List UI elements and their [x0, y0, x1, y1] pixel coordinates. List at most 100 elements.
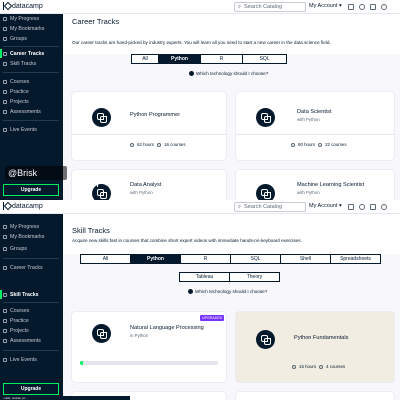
sidebar-item-my-progress[interactable]: My Progress [3, 224, 39, 230]
tab-r[interactable]: R [180, 254, 231, 264]
track-card-machine-learning-scientist[interactable]: Machine Learning Scientist with Python [236, 170, 394, 200]
sidebar-item-skill-tracks[interactable]: Skill Tracks [3, 61, 36, 67]
sidebar-item-groups[interactable]: Groups [3, 36, 27, 42]
sidebar-item-assessments[interactable]: Assessments [3, 338, 41, 344]
chart-icon [3, 17, 7, 21]
track-card-data-scientist[interactable]: Data Scientist with Python 90 hours 22 c… [236, 92, 394, 160]
sidebar-item-my-bookmarks[interactable]: My Bookmarks [3, 234, 44, 240]
sidebar-item-live-events[interactable]: Live Events [3, 127, 37, 133]
skill-icon [3, 62, 7, 66]
chart-icon [3, 225, 7, 229]
account-menu[interactable]: My Account ▾ [309, 203, 342, 209]
chevron-down-icon: ▾ [338, 3, 342, 9]
sidebar-item-practice[interactable]: Practice [3, 89, 29, 95]
card-courses: 4 courses [326, 364, 346, 369]
track-card-natural-language-processing[interactable]: UPGRADED Natural Language Processing in … [72, 312, 226, 382]
avatar[interactable] [381, 4, 387, 10]
sidebar-item-projects[interactable]: Projects [3, 99, 29, 105]
sidebar-item-label: Skill Tracks [10, 61, 37, 67]
sidebar-item-my-bookmarks[interactable]: My Bookmarks [3, 26, 44, 32]
grid-icon[interactable] [370, 4, 376, 10]
upgrade-button[interactable]: Upgrade [3, 383, 59, 395]
event-icon [3, 358, 7, 362]
card-subtitle: in Python [130, 333, 149, 338]
sidebar-item-label: Practice [10, 89, 29, 95]
grid-icon[interactable] [370, 204, 376, 210]
sidebar-item-practice[interactable]: Practice [3, 318, 29, 324]
card-courses: 22 courses [325, 142, 347, 147]
sidebar-item-groups[interactable]: Groups [3, 246, 27, 252]
sidebar-item-projects[interactable]: Projects [3, 328, 29, 334]
track-card-python-fundamentals[interactable]: Python Fundamentals 15 hours 4 courses [236, 312, 394, 382]
search-input[interactable]: ⌕ Search Catalog [234, 2, 306, 12]
technology-filter-row-2: Tableau Theory [179, 272, 280, 282]
course-icon [157, 142, 162, 147]
sidebar-item-label: Groups [10, 36, 28, 42]
tab-all[interactable]: All [80, 254, 131, 264]
datacamp-logo[interactable]: datacamp [3, 2, 43, 10]
sidebar-item-live-events[interactable]: Live Events [3, 357, 37, 363]
card-title: Data Analyst [130, 182, 162, 188]
tab-python[interactable]: Python [130, 254, 181, 264]
avatar[interactable] [381, 204, 387, 210]
help-icon[interactable] [359, 204, 365, 210]
tab-sql[interactable]: SQL [242, 54, 287, 64]
track-card[interactable] [236, 392, 394, 400]
upgrade-button[interactable]: Upgrade [3, 184, 59, 196]
technology-filter: All Python R SQL [131, 54, 287, 64]
card-title: Machine Learning Scientist [297, 182, 365, 188]
card-hours: 62 hours [137, 142, 155, 147]
tab-tableau[interactable]: Tableau [179, 272, 230, 282]
datacamp-logo[interactable]: datacamp [3, 202, 43, 210]
group-icon [3, 37, 7, 41]
career-tracks-header: Career Tracks Our career tracks are hand… [63, 14, 400, 54]
help-icon [188, 289, 193, 294]
assessment-icon [3, 110, 7, 114]
sidebar-item-career-tracks[interactable]: Career Tracks [3, 265, 43, 271]
bell-icon[interactable] [348, 204, 354, 210]
tab-r[interactable]: R [200, 54, 243, 64]
sidebar-item-label: My Bookmarks [10, 26, 45, 32]
top-bar: datacamp ⌕ Search Catalog My Account ▾ [0, 200, 400, 214]
sidebar-item-skill-tracks[interactable]: Skill Tracks [0, 290, 39, 299]
tab-python[interactable]: Python [158, 54, 201, 64]
bell-icon[interactable] [348, 4, 354, 10]
help-icon[interactable] [359, 4, 365, 10]
card-meta: 15 hours 4 courses [292, 364, 345, 369]
sidebar-item-label: Courses [10, 79, 30, 85]
assessment-icon [3, 339, 7, 343]
sidebar: My Progress My Bookmarks Groups Career T… [0, 214, 63, 400]
card-title: Python Fundamentals [294, 335, 349, 341]
tab-spreadsheets[interactable]: Spreadsheets [330, 254, 381, 264]
clock-icon [292, 364, 296, 369]
which-technology-link[interactable]: Which technology should I choose? [189, 71, 268, 76]
sidebar-item-career-tracks[interactable]: Career Tracks [0, 49, 44, 58]
sidebar-item-courses[interactable]: Courses [3, 79, 29, 85]
account-menu[interactable]: My Account ▾ [309, 3, 342, 9]
sidebar-item-label: Career Tracks [10, 265, 43, 271]
which-technology-link[interactable]: Which technology should I choose? [188, 289, 267, 294]
sidebar-item-label: Assessments [10, 338, 41, 344]
main-content: Career Tracks Our career tracks are hand… [63, 14, 400, 200]
card-subtitle: with Python [297, 117, 320, 122]
card-meta: 62 hours 16 courses [130, 142, 186, 147]
sidebar-item-label: Live Events [10, 357, 37, 363]
track-card-data-analyst[interactable]: Data Analyst with Python [72, 170, 226, 200]
sidebar-item-my-progress[interactable]: My Progress [3, 16, 39, 22]
tab-sql[interactable]: SQL [230, 254, 281, 264]
tab-all[interactable]: All [131, 54, 159, 64]
which-technology-label: Which technology should I choose? [195, 289, 268, 294]
chevron-down-icon: ▾ [338, 203, 342, 209]
card-title: Data Scientist [297, 109, 332, 115]
sidebar-item-assessments[interactable]: Assessments [3, 109, 41, 115]
tab-theory[interactable]: Theory [229, 272, 280, 282]
search-input[interactable]: ⌕ Search Catalog [234, 202, 306, 212]
clock-icon [291, 142, 295, 147]
track-card-python-programmer[interactable]: Python Programmer 62 hours 16 courses [72, 92, 226, 160]
caption-bar: ...rack, course, pr... [0, 396, 130, 400]
tab-shell[interactable]: Shell [280, 254, 331, 264]
card-divider [72, 134, 226, 135]
sidebar-item-courses[interactable]: Courses [3, 308, 29, 314]
progress-fill [80, 361, 83, 365]
sidebar-item-label: My Progress [10, 224, 40, 230]
